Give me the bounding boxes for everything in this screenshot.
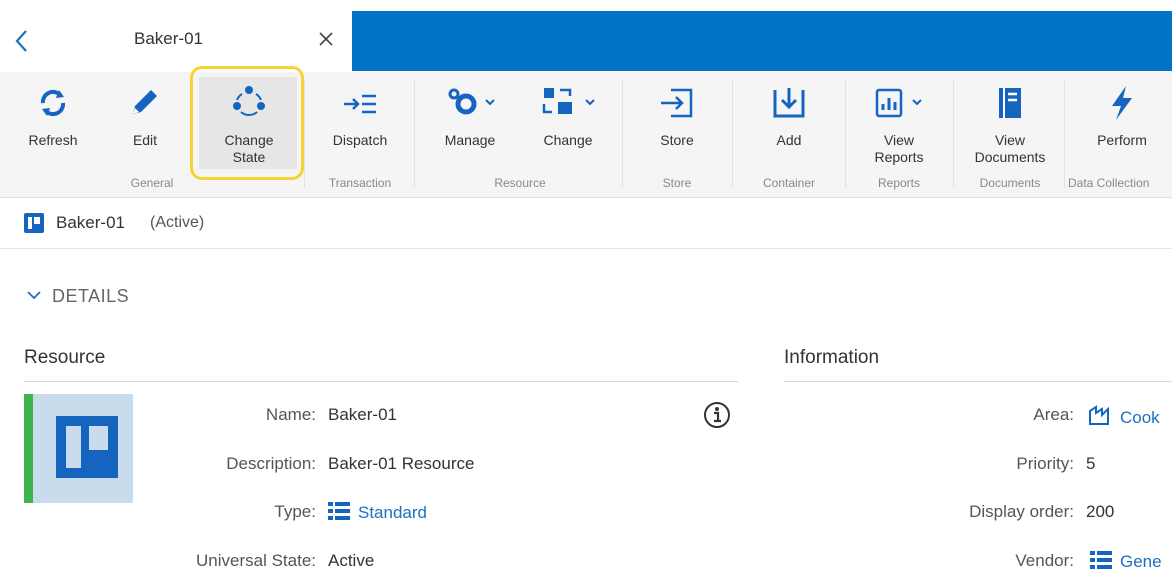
information-section-title: Information — [784, 347, 880, 368]
list-icon — [328, 502, 350, 520]
field-value-display-order: 200 — [1086, 502, 1115, 521]
tab-title[interactable]: Baker-01 — [134, 29, 203, 49]
resource-section-title: Resource — [24, 347, 106, 368]
refresh-icon — [31, 84, 75, 122]
manage-label: Manage — [444, 132, 496, 148]
type-link[interactable]: Standard — [328, 502, 427, 523]
refresh-label: Refresh — [28, 132, 78, 148]
area-link-label: Cook — [1120, 408, 1160, 427]
refresh-button[interactable]: Refresh — [18, 76, 88, 172]
resource-logo-icon — [56, 416, 118, 478]
back-icon[interactable] — [10, 27, 34, 55]
close-icon[interactable] — [312, 25, 340, 53]
field-label-display-order: Display order: — [969, 502, 1074, 521]
group-label-reports: Reports — [877, 176, 921, 190]
separator — [304, 80, 305, 188]
add-button[interactable]: Add — [752, 76, 826, 172]
factory-icon — [1088, 405, 1112, 425]
field-label-description: Description: — [226, 454, 316, 473]
field-label-name: Name: — [265, 405, 316, 424]
view-reports-button[interactable]: View Reports — [858, 76, 940, 172]
perform-button[interactable]: Perform — [1082, 76, 1162, 172]
separator — [1064, 80, 1065, 188]
field-value-universal-state: Active — [328, 551, 375, 570]
field-value-name: Baker-01 — [328, 405, 397, 424]
separator — [845, 80, 846, 188]
group-label-transaction: Transaction — [328, 176, 392, 190]
area-link[interactable]: Cook — [1088, 405, 1160, 428]
change-state-highlight — [190, 66, 304, 180]
separator — [953, 80, 954, 188]
report-icon — [869, 84, 929, 122]
view-reports-label: View Reports — [874, 132, 924, 165]
resource-thumbnail — [24, 394, 133, 503]
field-label-vendor: Vendor: — [1015, 551, 1074, 570]
tab-bar: Baker-01 — [0, 11, 1172, 71]
edit-label: Edit — [132, 132, 158, 148]
store-label: Store — [660, 132, 694, 148]
manage-button[interactable]: Manage — [432, 76, 508, 172]
pencil-icon — [123, 84, 167, 122]
dispatch-label: Dispatch — [332, 132, 388, 148]
swap-icon — [538, 84, 598, 122]
store-icon — [655, 84, 699, 122]
breadcrumb-name: Baker-01 — [56, 213, 125, 232]
status-bar — [24, 394, 33, 503]
change-label: Change — [543, 132, 593, 148]
lightning-icon — [1100, 84, 1144, 122]
details-heading: DETAILS — [52, 286, 130, 306]
chevron-down-icon — [26, 287, 42, 303]
change-button[interactable]: Change — [528, 76, 608, 172]
type-link-label: Standard — [358, 503, 427, 522]
group-label-store: Store — [662, 176, 692, 190]
document-icon — [988, 84, 1032, 122]
field-label-universal-state: Universal State: — [196, 551, 316, 570]
store-button[interactable]: Store — [640, 76, 714, 172]
details-section-toggle[interactable]: DETAILS — [26, 286, 129, 307]
vendor-link[interactable]: Gene — [1090, 551, 1162, 572]
field-label-priority: Priority: — [1016, 454, 1074, 473]
divider — [24, 381, 738, 382]
resource-icon — [24, 213, 44, 233]
group-label-container: Container — [762, 176, 816, 190]
group-label-documents: Documents — [979, 176, 1041, 190]
info-icon[interactable] — [702, 400, 732, 430]
add-label: Add — [776, 132, 802, 148]
gears-icon — [440, 84, 500, 122]
field-value-description: Baker-01 Resource — [328, 454, 475, 473]
dispatch-icon — [338, 84, 382, 122]
perform-label: Perform — [1097, 132, 1147, 148]
tab-bar-fill — [352, 11, 1172, 71]
separator — [732, 80, 733, 188]
group-label-resource: Resource — [494, 176, 546, 190]
download-icon — [767, 84, 811, 122]
view-documents-label: View Documents — [974, 132, 1046, 165]
breadcrumb-state: (Active) — [150, 214, 205, 231]
separator — [414, 80, 415, 188]
list-icon — [1090, 551, 1112, 569]
view-documents-button[interactable]: View Documents — [962, 76, 1058, 172]
dispatch-button[interactable]: Dispatch — [320, 76, 400, 172]
field-label-type: Type: — [274, 502, 316, 521]
vendor-link-label: Gene — [1120, 552, 1162, 571]
field-value-priority: 5 — [1086, 454, 1096, 473]
group-label-data-collection: Data Collection — [1068, 176, 1150, 190]
group-label-general: General — [130, 176, 174, 190]
field-label-area: Area: — [1033, 405, 1074, 424]
divider — [784, 381, 1172, 382]
separator — [622, 80, 623, 188]
breadcrumb: Baker-01 (Active) — [0, 199, 1172, 249]
edit-button[interactable]: Edit — [112, 76, 178, 172]
